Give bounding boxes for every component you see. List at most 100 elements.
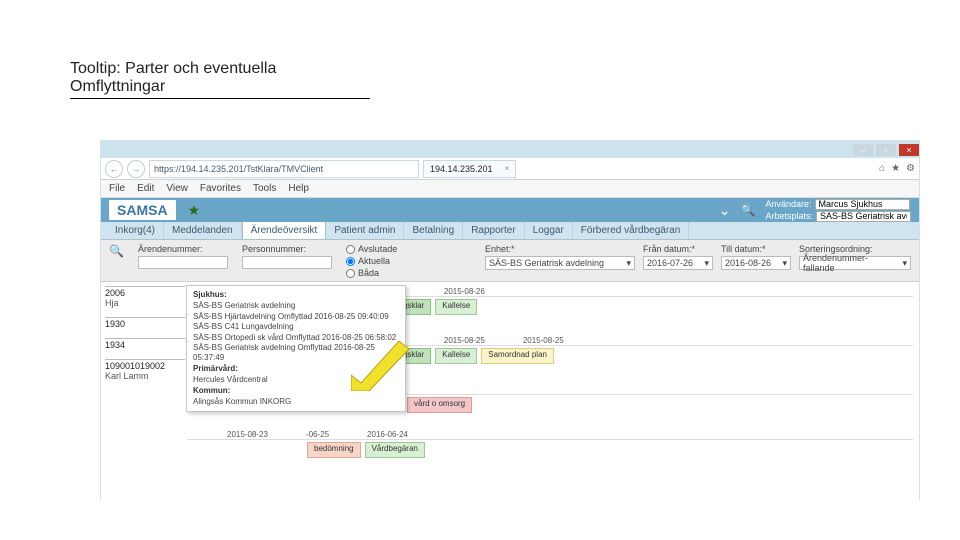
date-cell: 2015-08-26 bbox=[444, 287, 485, 296]
unit-select[interactable]: SÄS-BS Geriatrisk avdelning ▾ bbox=[485, 256, 635, 270]
to-date-select[interactable]: 2016-08-26 ▾ bbox=[721, 256, 791, 270]
tooltip-section-kommun: Kommun: bbox=[193, 386, 399, 396]
tab-loggar[interactable]: Loggar bbox=[525, 222, 573, 239]
case-name: Hja bbox=[105, 298, 185, 308]
case-list: 2006 Hja 1930 1934 109001019002 Karl Lam… bbox=[105, 286, 185, 382]
case-row[interactable]: 1934 bbox=[105, 338, 185, 351]
window-titlebar: – ▫ × bbox=[101, 141, 919, 158]
window-maximize-button[interactable]: ▫ bbox=[876, 144, 896, 156]
tab-forbered[interactable]: Förbered vårdbegäran bbox=[573, 222, 690, 239]
browser-menu-bar: File Edit View Favorites Tools Help bbox=[101, 180, 919, 198]
favorites-icon[interactable]: ★ bbox=[891, 163, 900, 174]
menu-help[interactable]: Help bbox=[288, 183, 309, 194]
browser-frame: – ▫ × ← → https://194.14.235.201/TstKlar… bbox=[100, 140, 920, 500]
from-value: 2016-07-26 bbox=[647, 258, 693, 268]
case-id: 1934 bbox=[105, 340, 185, 350]
user-label: Användare: bbox=[765, 199, 811, 209]
tooltip-line: Alingsås Kommun INKORG bbox=[193, 397, 399, 407]
browser-nav-row: ← → https://194.14.235.201/TstKlara/TMVC… bbox=[101, 158, 919, 180]
app-header: SAMSA ★ ⌄ 🔍 Användare: Arbetsplats: bbox=[101, 198, 919, 222]
tab-meddelanden[interactable]: Meddelanden bbox=[164, 222, 242, 239]
workplace-label: Arbetsplats: bbox=[765, 211, 813, 221]
url-bar[interactable]: https://194.14.235.201/TstKlara/TMVClien… bbox=[149, 160, 419, 178]
tooltip-line: SÄS-BS Ortopedi sk vård Omflyttad 2016-0… bbox=[193, 333, 399, 343]
forward-button[interactable]: → bbox=[127, 160, 145, 178]
menu-tools[interactable]: Tools bbox=[253, 183, 276, 194]
filter-search-icon[interactable]: 🔍 bbox=[109, 244, 124, 258]
tooltip-line: Hercules Vårdcentral bbox=[193, 375, 399, 385]
tab-inkorg[interactable]: Inkorg(4) bbox=[107, 222, 164, 239]
chevron-down-icon: ▾ bbox=[782, 258, 787, 269]
tab-title: 194.14.235.201 bbox=[430, 164, 493, 174]
chevron-down-icon[interactable]: ⌄ bbox=[719, 202, 731, 219]
date-cell: 2015-08-25 bbox=[444, 336, 485, 345]
case-id: 109001019002 bbox=[105, 361, 185, 371]
tab-patient-admin[interactable]: Patient admin bbox=[326, 222, 404, 239]
to-label: Till datum:* bbox=[721, 244, 791, 254]
star-icon[interactable]: ★ bbox=[188, 202, 201, 219]
radio-closed[interactable] bbox=[346, 245, 355, 254]
tooltip-section-sjukhus: Sjukhus: bbox=[193, 290, 399, 300]
tooltip-line: SÄS-BS Hjärtavdelning Omflyttad 2016-08-… bbox=[193, 312, 399, 322]
status-block[interactable]: vård o omsorg bbox=[407, 397, 472, 413]
sort-select[interactable]: Ärendenummer-fallande ▾ bbox=[799, 256, 911, 270]
menu-file[interactable]: File bbox=[109, 183, 125, 194]
case-row[interactable]: 109001019002 Karl Lamm bbox=[105, 359, 185, 382]
tab-arendeoversikt[interactable]: Ärendeöversikt bbox=[242, 221, 327, 239]
to-value: 2016-08-26 bbox=[725, 258, 771, 268]
home-icon[interactable]: ⌂ bbox=[879, 163, 885, 174]
radio-active-label: Aktuella bbox=[358, 256, 390, 266]
user-info-block: Användare: Arbetsplats: bbox=[765, 199, 911, 222]
app-brand: SAMSA bbox=[109, 200, 176, 220]
menu-edit[interactable]: Edit bbox=[137, 183, 154, 194]
case-row[interactable]: 2006 Hja bbox=[105, 286, 185, 309]
caseno-input[interactable] bbox=[138, 256, 228, 269]
tab-betalning[interactable]: Betalning bbox=[404, 222, 463, 239]
from-label: Från datum:* bbox=[643, 244, 713, 254]
caseno-label: Ärendenummer: bbox=[138, 244, 228, 254]
pnr-label: Personnummer: bbox=[242, 244, 332, 254]
chevron-down-icon: ▾ bbox=[902, 258, 907, 269]
app-tabs: Inkorg(4) Meddelanden Ärendeöversikt Pat… bbox=[101, 222, 919, 240]
status-block[interactable]: Kallelse bbox=[435, 299, 477, 315]
filter-bar: 🔍 Ärendenummer: Personnummer: Avslutade … bbox=[101, 240, 919, 282]
case-id: 2006 bbox=[105, 288, 185, 298]
case-row[interactable]: 1930 bbox=[105, 317, 185, 330]
workplace-field[interactable] bbox=[816, 211, 911, 222]
date-cell: -06-25 bbox=[306, 430, 329, 439]
tooltip-line: SÄS-BS Geriatrisk avdelning Omflyttad 20… bbox=[193, 343, 399, 364]
menu-view[interactable]: View bbox=[166, 183, 188, 194]
window-minimize-button[interactable]: – bbox=[853, 144, 873, 156]
window-close-button[interactable]: × bbox=[899, 144, 919, 156]
search-icon[interactable]: 🔍 bbox=[741, 203, 756, 217]
status-block[interactable]: Kallelse bbox=[435, 348, 477, 364]
radio-both[interactable] bbox=[346, 269, 355, 278]
menu-favorites[interactable]: Favorites bbox=[200, 183, 241, 194]
back-button[interactable]: ← bbox=[105, 160, 123, 178]
status-radio-group: Avslutade Aktuella Båda bbox=[346, 244, 397, 278]
status-block[interactable]: Vårdbegäran bbox=[365, 442, 425, 458]
chevron-down-icon: ▾ bbox=[704, 258, 709, 269]
case-name: Karl Lamm bbox=[105, 371, 185, 381]
chevron-down-icon: ▾ bbox=[626, 258, 631, 269]
browser-tab[interactable]: 194.14.235.201 × bbox=[423, 160, 516, 178]
radio-closed-label: Avslutade bbox=[358, 244, 397, 254]
tooltip-line: SÄS-BS C41 Lungavdelning bbox=[193, 322, 399, 332]
radio-active[interactable] bbox=[346, 257, 355, 266]
tab-rapporter[interactable]: Rapporter bbox=[463, 222, 524, 239]
pnr-input[interactable] bbox=[242, 256, 332, 269]
settings-icon[interactable]: ⚙ bbox=[906, 163, 915, 174]
tooltip-section-primarvard: Primärvård: bbox=[193, 364, 399, 374]
tab-close-icon[interactable]: × bbox=[505, 164, 510, 173]
date-cell: 2016-06-24 bbox=[367, 430, 408, 439]
sort-value: Ärendenummer-fallande bbox=[803, 253, 898, 273]
user-field[interactable] bbox=[815, 199, 910, 210]
tooltip-line: SÄS-BS Geriatrisk avdelning bbox=[193, 301, 399, 311]
date-cell: 2015-08-23 bbox=[227, 430, 268, 439]
unit-label: Enhet:* bbox=[485, 244, 635, 254]
status-block[interactable]: bedömning bbox=[307, 442, 361, 458]
page-title: Tooltip: Parter och eventuella Omflyttni… bbox=[70, 60, 370, 99]
from-date-select[interactable]: 2016-07-26 ▾ bbox=[643, 256, 713, 270]
parter-tooltip: Sjukhus: SÄS-BS Geriatrisk avdelning SÄS… bbox=[186, 285, 406, 412]
status-block[interactable]: Samordnad plan bbox=[481, 348, 554, 364]
